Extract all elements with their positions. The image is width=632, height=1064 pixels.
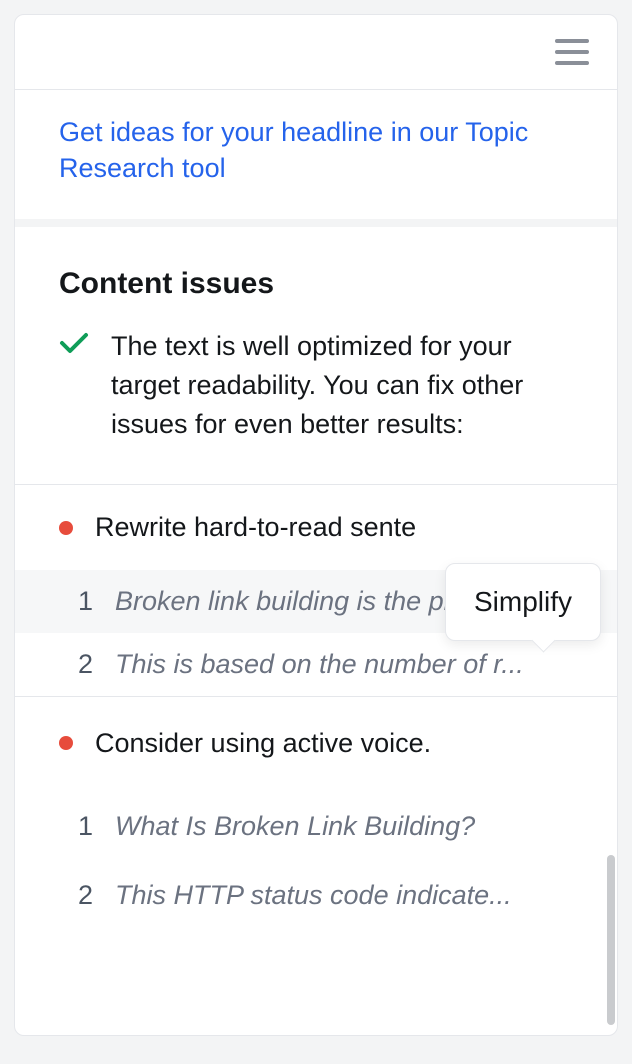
- item-text: What Is Broken Link Building?: [115, 811, 573, 842]
- issue-group-title: Rewrite hard-to-read sente: [95, 509, 416, 545]
- section-heading: Content issues: [15, 227, 617, 327]
- item-number: 2: [75, 649, 93, 680]
- severity-dot-icon: [59, 736, 73, 750]
- issues-list: Rewrite hard-to-read sente 1 Broken link…: [15, 484, 617, 935]
- top-bar: [15, 15, 617, 89]
- item-number: 1: [75, 586, 93, 617]
- simplify-tooltip[interactable]: Simplify: [445, 563, 601, 641]
- intro-text: The text is well optimized for your targ…: [111, 327, 573, 444]
- intro-row: The text is well optimized for your targ…: [15, 327, 617, 484]
- item-number: 2: [75, 880, 93, 911]
- issue-group-2: Consider using active voice. 1 What Is B…: [15, 696, 617, 935]
- checkmark-icon: [59, 331, 89, 355]
- issue-item[interactable]: 2 This HTTP status code indicate...: [15, 866, 617, 935]
- issue-group-header-2[interactable]: Consider using active voice.: [15, 697, 617, 797]
- item-text: This is based on the number of r...: [115, 649, 573, 680]
- content-panel: Get ideas for your headline in our Topic…: [14, 14, 618, 1036]
- issue-group-title: Consider using active voice.: [95, 725, 431, 761]
- topic-research-link[interactable]: Get ideas for your headline in our Topic…: [59, 114, 573, 187]
- issue-group-header-1[interactable]: Rewrite hard-to-read sente: [15, 485, 617, 569]
- scrollbar-thumb[interactable]: [607, 855, 615, 1025]
- issue-item[interactable]: 1 What Is Broken Link Building?: [15, 797, 617, 866]
- severity-dot-icon: [59, 521, 73, 535]
- menu-icon[interactable]: [555, 39, 589, 65]
- issue-item[interactable]: 2 This is based on the number of r...: [15, 633, 617, 696]
- headline-link-section: Get ideas for your headline in our Topic…: [15, 89, 617, 219]
- item-text: This HTTP status code indicate...: [115, 880, 573, 911]
- item-number: 1: [75, 811, 93, 842]
